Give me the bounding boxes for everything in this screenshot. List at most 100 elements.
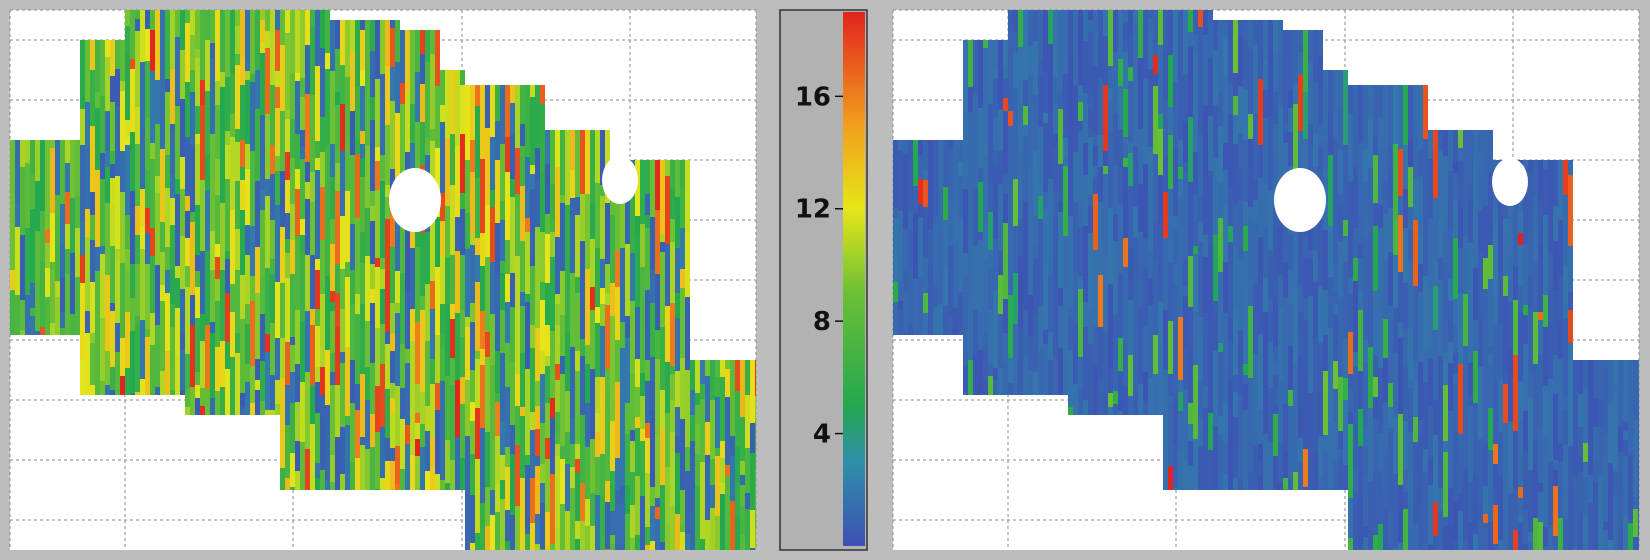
heatmap-cell — [115, 323, 120, 352]
heatmap-cell — [235, 142, 240, 181]
heatmap-cell — [390, 20, 395, 28]
heatmap-cell — [355, 294, 360, 314]
heatmap-cell — [515, 374, 520, 406]
heatmap-cell — [185, 266, 190, 287]
heatmap-cell — [380, 427, 385, 478]
heatmap-cell — [1173, 443, 1178, 488]
heatmap-cell — [755, 421, 756, 470]
heatmap-cell — [480, 311, 485, 349]
right-hole-1 — [1274, 168, 1326, 232]
heatmap-cell — [1113, 412, 1118, 415]
heatmap-cell — [1458, 248, 1463, 293]
heatmap-cell — [1543, 472, 1548, 527]
heatmap-cell — [475, 255, 480, 282]
heatmap-cell — [505, 467, 510, 510]
heatmap-cell — [1358, 391, 1363, 409]
heatmap-cell — [285, 180, 290, 213]
heatmap-cell — [1343, 145, 1348, 220]
heatmap-cell — [620, 497, 625, 550]
heatmap-cell — [1083, 302, 1088, 327]
heatmap-cell — [1443, 441, 1448, 452]
heatmap-cell — [1423, 544, 1428, 550]
heatmap-cell — [1268, 388, 1273, 442]
heatmap-cell — [195, 10, 200, 49]
heatmap-cell — [525, 294, 530, 302]
heatmap-cell — [160, 222, 165, 252]
heatmap-cell — [525, 465, 530, 534]
heatmap-cell — [225, 259, 230, 293]
heatmap-cell — [110, 76, 115, 102]
heatmap-cell — [35, 277, 40, 331]
heatmap-cell — [1303, 449, 1308, 487]
heatmap-cell — [1043, 209, 1048, 280]
heatmap-cell — [1058, 73, 1063, 91]
heatmap-cell — [1568, 246, 1573, 292]
heatmap-cell — [1458, 364, 1463, 434]
heatmap-cell — [380, 155, 385, 181]
heatmap-cell — [1198, 317, 1203, 336]
heatmap-cell — [745, 509, 750, 550]
heatmap-cell — [1383, 182, 1388, 199]
heatmap-cell — [425, 138, 430, 155]
heatmap-cell — [1503, 503, 1508, 535]
heatmap-cell — [1408, 85, 1413, 141]
heatmap-cell — [635, 233, 640, 307]
heatmap-cell — [105, 203, 110, 275]
heatmap-cell — [205, 190, 210, 251]
heatmap-cell — [1058, 288, 1063, 306]
heatmap-cell — [1248, 233, 1253, 306]
heatmap-cell — [385, 271, 390, 332]
heatmap-cell — [1438, 162, 1443, 217]
heatmap-cell — [550, 222, 555, 232]
heatmap-cell — [315, 10, 320, 66]
heatmap-cell — [635, 428, 640, 476]
heatmap-cell — [480, 159, 485, 233]
heatmap-cell — [1083, 93, 1088, 143]
heatmap-cell — [1363, 426, 1368, 447]
heatmap-cell — [285, 152, 290, 180]
heatmap-cell — [1063, 10, 1068, 73]
heatmap-cell — [988, 365, 993, 376]
heatmap-cell — [1098, 275, 1103, 327]
heatmap-cell — [1508, 249, 1513, 302]
heatmap-cell — [1258, 444, 1263, 461]
heatmap-cell — [1258, 410, 1263, 444]
heatmap-cell — [1203, 35, 1208, 106]
heatmap-cell — [1433, 261, 1438, 286]
heatmap-cell — [1433, 502, 1438, 536]
heatmap-cell — [130, 10, 135, 59]
heatmap-cell — [180, 349, 185, 390]
heatmap-cell — [500, 85, 505, 144]
heatmap-cell — [285, 213, 290, 239]
heatmap-cell — [585, 364, 590, 403]
heatmap-cell — [235, 270, 240, 333]
heatmap-cell — [255, 293, 260, 359]
heatmap-cell — [1543, 169, 1548, 201]
heatmap-cell — [700, 462, 705, 539]
heatmap-cell — [255, 181, 260, 247]
heatmap-cell — [435, 267, 440, 335]
heatmap-cell — [1453, 542, 1458, 550]
heatmap-cell — [420, 424, 425, 447]
heatmap-cell — [170, 225, 175, 269]
heatmap-cell — [1398, 414, 1403, 485]
heatmap-cell — [1243, 288, 1248, 364]
heatmap-cell — [100, 254, 105, 318]
heatmap-cell — [978, 168, 983, 182]
heatmap-cell — [185, 238, 190, 266]
heatmap-cell — [175, 356, 180, 395]
heatmap-cell — [90, 343, 95, 385]
heatmap-cell — [535, 148, 540, 180]
heatmap-cell — [280, 111, 285, 171]
heatmap-cell — [395, 446, 400, 484]
heatmap-cell — [310, 172, 315, 202]
heatmap-cell — [540, 174, 545, 232]
heatmap-cell — [1028, 46, 1033, 73]
heatmap-cell — [365, 400, 370, 449]
heatmap-cell — [973, 246, 978, 310]
heatmap-cell — [640, 224, 645, 267]
heatmap-cell — [1583, 500, 1588, 518]
heatmap-cell — [1443, 517, 1448, 525]
heatmap-cell — [1388, 407, 1393, 428]
heatmap-cell — [70, 198, 75, 253]
